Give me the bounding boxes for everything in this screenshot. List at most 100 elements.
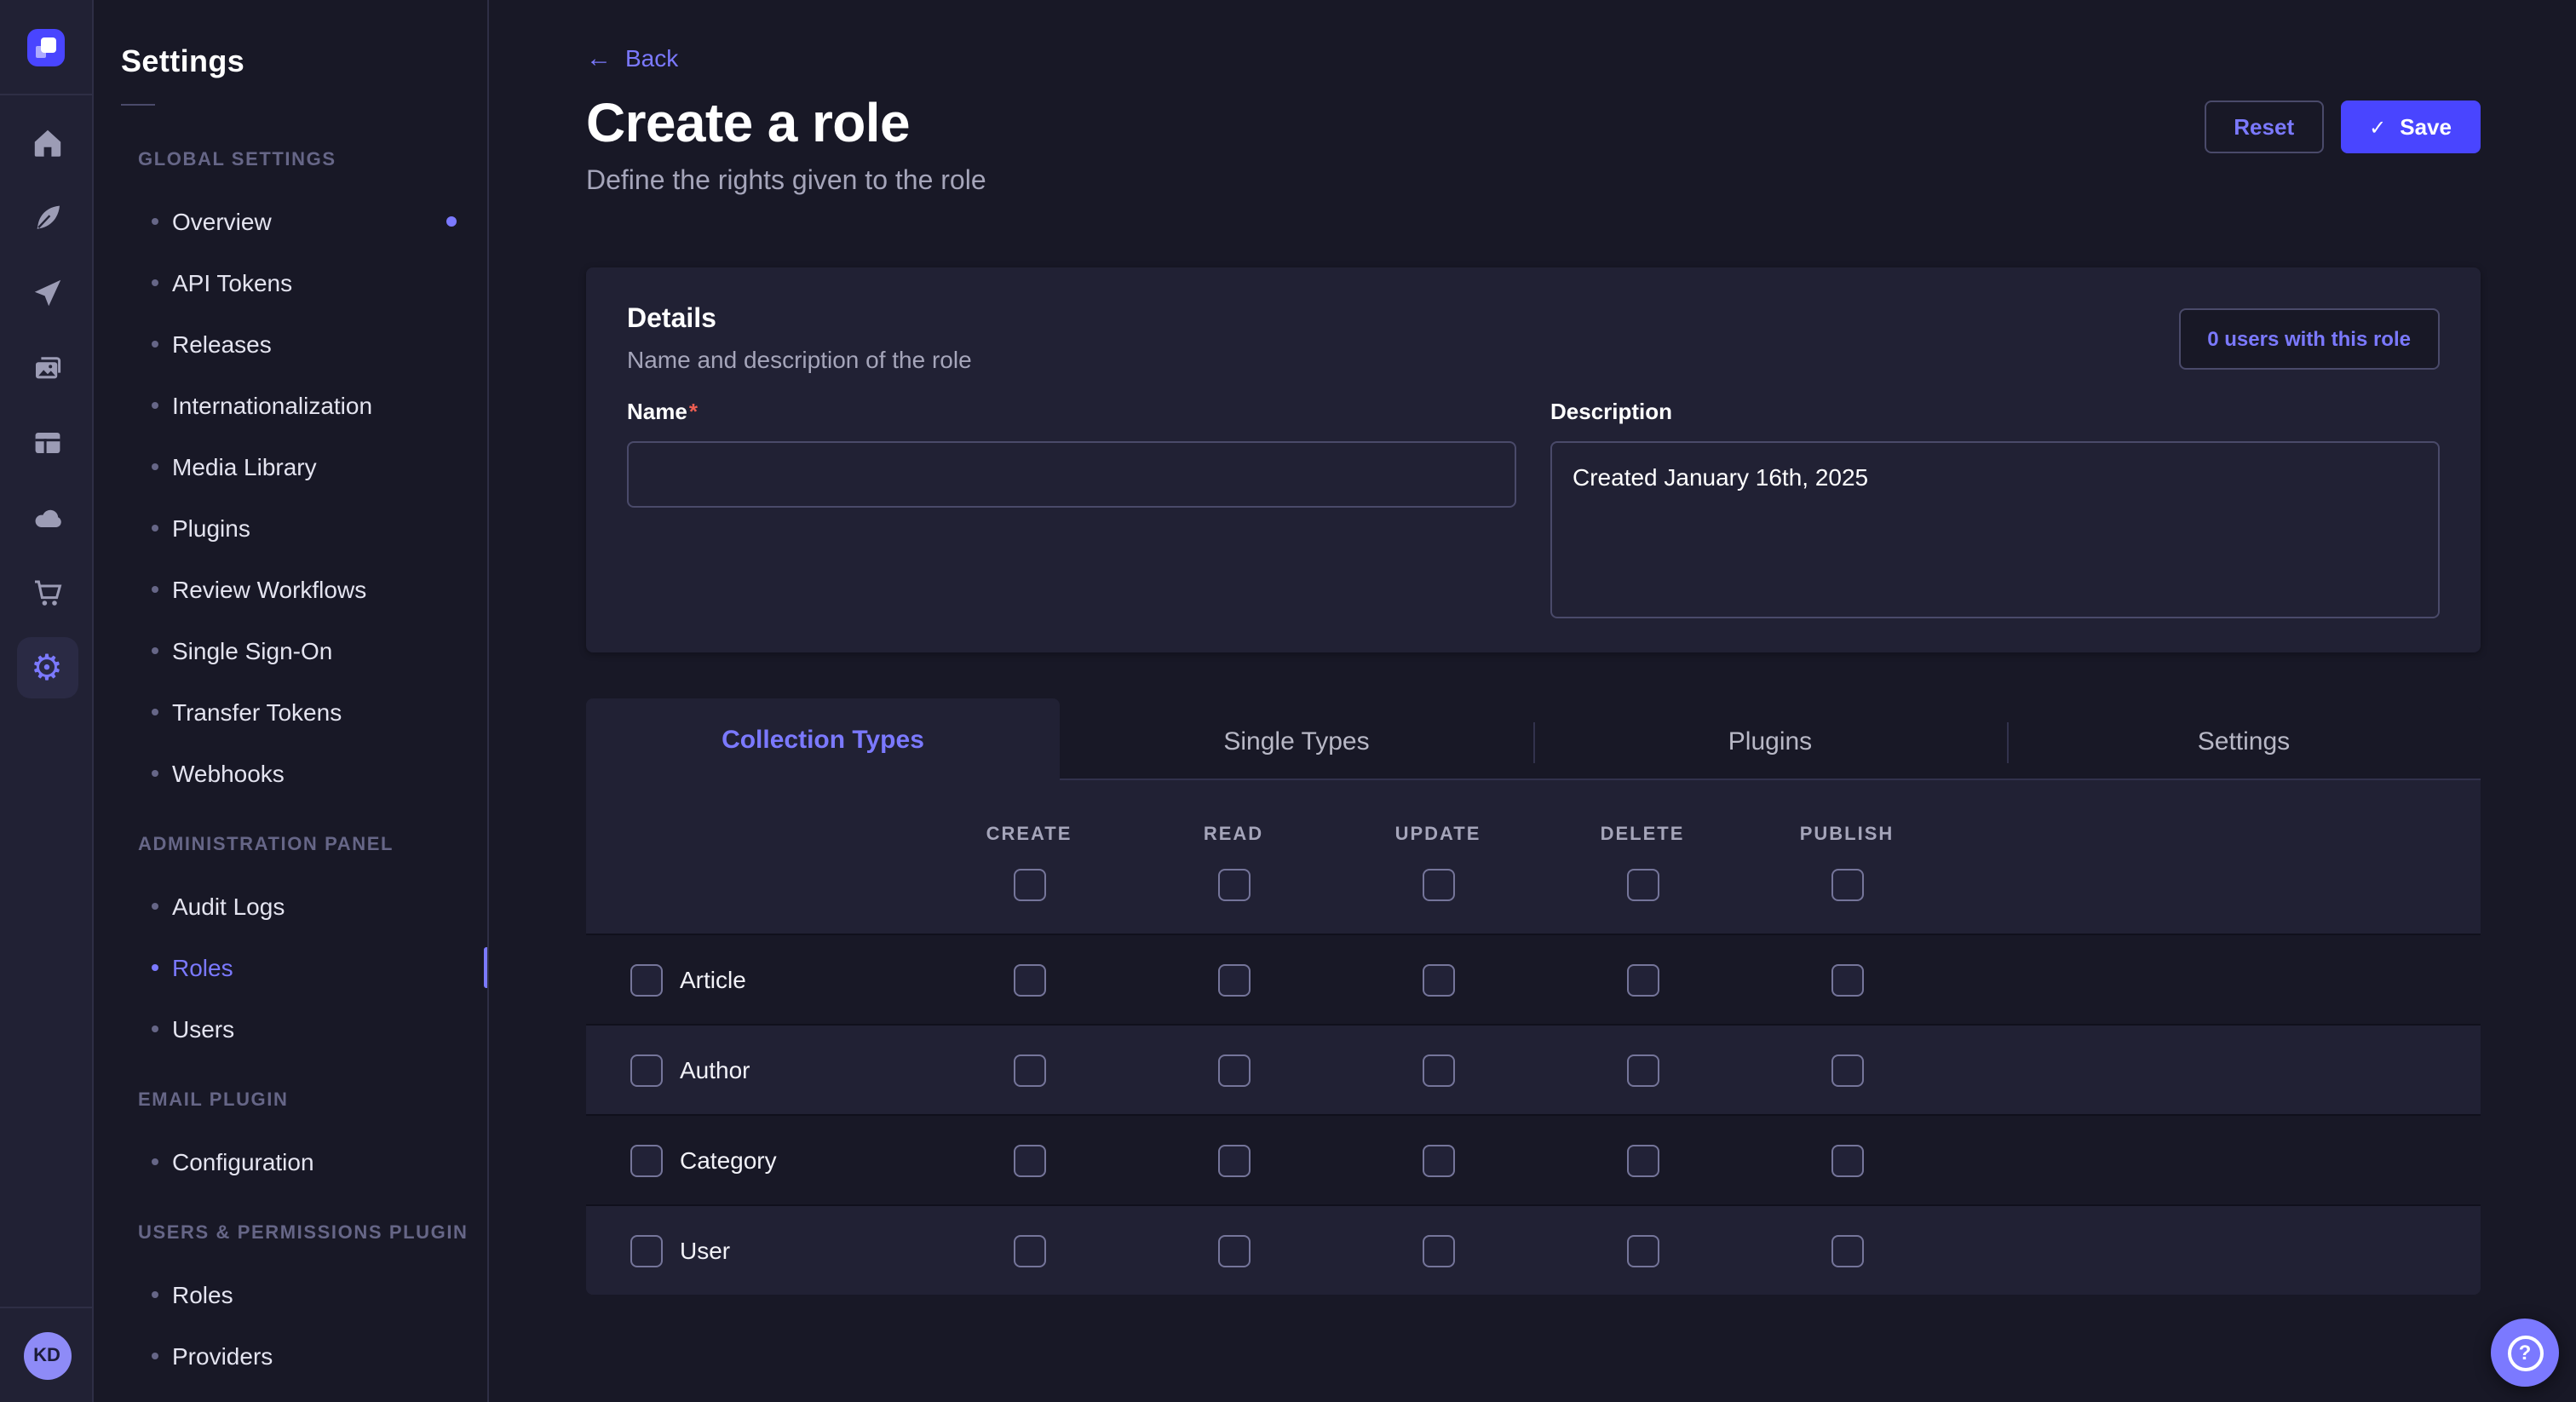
- checkbox-cell: [927, 869, 1131, 901]
- marketplace-cart-icon[interactable]: [16, 562, 78, 623]
- user-update-checkbox[interactable]: [1422, 1234, 1454, 1267]
- user-create-checkbox[interactable]: [1013, 1234, 1045, 1267]
- users-with-role-button[interactable]: 0 users with this role: [2178, 308, 2440, 370]
- save-button[interactable]: ✓ Save: [2340, 101, 2481, 153]
- subnav-item-label: Internationalization: [172, 392, 372, 419]
- bullet-icon: [152, 1291, 158, 1298]
- perm-col-create: CREATE: [927, 825, 1131, 845]
- subnav-list: Audit Logs RolesUsers: [94, 876, 487, 1060]
- select-row-user-checkbox[interactable]: [630, 1234, 663, 1267]
- select-all-delete-checkbox[interactable]: [1626, 869, 1659, 901]
- category-read-checkbox[interactable]: [1217, 1144, 1250, 1176]
- permissions-header: CREATEREADUPDATEDELETEPUBLISH: [586, 780, 2481, 934]
- checkbox-cell: [927, 963, 1131, 996]
- media-library-icon[interactable]: [16, 337, 78, 399]
- description-textarea[interactable]: Created January 16th, 2025: [1550, 441, 2440, 618]
- subnav-item-label: Media Library: [172, 453, 317, 480]
- settings-gear-icon[interactable]: ⚙: [16, 637, 78, 698]
- permission-row-author: Author: [586, 1024, 2481, 1114]
- user-publish-checkbox[interactable]: [1831, 1234, 1863, 1267]
- select-all-read-checkbox[interactable]: [1217, 869, 1250, 901]
- user-read-checkbox[interactable]: [1217, 1234, 1250, 1267]
- permission-column-checkboxes: [586, 869, 2481, 901]
- author-read-checkbox[interactable]: [1217, 1054, 1250, 1086]
- checkbox-cell: [1540, 1234, 1745, 1267]
- article-create-checkbox[interactable]: [1013, 963, 1045, 996]
- permission-rows: ArticleAuthorCategoryUser: [586, 934, 2481, 1295]
- subnav-item-releases[interactable]: Releases: [94, 313, 487, 375]
- subnav-item-single-sign-on[interactable]: Single Sign-On: [94, 620, 487, 681]
- back-link[interactable]: ← Back: [586, 44, 678, 72]
- subnav-list: Overview API Tokens Releases Internationali…: [94, 191, 487, 804]
- subnav-item-roles[interactable]: Roles: [94, 937, 487, 998]
- subnav-item-configuration[interactable]: Configuration: [94, 1131, 487, 1192]
- bullet-icon: [152, 1026, 158, 1032]
- description-field-group: Description Created January 16th, 2025: [1550, 397, 2440, 627]
- subnav-item-label: Audit Logs: [172, 893, 285, 920]
- subnav-item-overview[interactable]: Overview: [94, 191, 487, 252]
- checkbox-cell: [1131, 1054, 1336, 1086]
- author-update-checkbox[interactable]: [1422, 1054, 1454, 1086]
- tab-settings[interactable]: Settings: [2007, 705, 2481, 779]
- subnav-section-header: USERS & PERMISSIONS PLUGIN: [138, 1223, 487, 1244]
- category-publish-checkbox[interactable]: [1831, 1144, 1863, 1176]
- select-all-update-checkbox[interactable]: [1422, 869, 1454, 901]
- subnav-section: EMAIL PLUGINConfiguration: [94, 1090, 487, 1192]
- tab-single-types[interactable]: Single Types: [1060, 705, 1533, 779]
- required-asterisk: *: [689, 399, 698, 424]
- subnav-item-transfer-tokens[interactable]: Transfer Tokens: [94, 681, 487, 743]
- subnav-item-internationalization[interactable]: Internationalization: [94, 375, 487, 436]
- content-type-builder-icon[interactable]: [16, 412, 78, 474]
- select-all-publish-checkbox[interactable]: [1831, 869, 1863, 901]
- subnav-item-users[interactable]: Users: [94, 998, 487, 1060]
- bullet-icon: [152, 1158, 158, 1165]
- select-row-category-checkbox[interactable]: [630, 1144, 663, 1176]
- subnav-item-review-workflows[interactable]: Review Workflows: [94, 559, 487, 620]
- subnav-item-providers[interactable]: Providers: [94, 1325, 487, 1387]
- row-label-text: User: [680, 1237, 730, 1264]
- subnav-item-audit-logs[interactable]: Audit Logs: [94, 876, 487, 937]
- feather-icon[interactable]: [16, 187, 78, 249]
- subnav-item-label: Overview: [172, 208, 272, 235]
- select-all-create-checkbox[interactable]: [1013, 869, 1045, 901]
- reset-button[interactable]: Reset: [2205, 101, 2323, 153]
- checkbox-cell: [927, 1054, 1131, 1086]
- article-delete-checkbox[interactable]: [1626, 963, 1659, 996]
- subnav-item-plugins[interactable]: Plugins: [94, 497, 487, 559]
- back-label: Back: [625, 44, 678, 72]
- tab-plugins[interactable]: Plugins: [1533, 705, 2007, 779]
- subnav-item-webhooks[interactable]: Webhooks: [94, 743, 487, 804]
- subnav-item-api-tokens[interactable]: API Tokens: [94, 252, 487, 313]
- user-delete-checkbox[interactable]: [1626, 1234, 1659, 1267]
- subnav-item-label: Releases: [172, 330, 272, 358]
- page-title: Create a role: [586, 92, 910, 155]
- cloud-icon[interactable]: [16, 487, 78, 549]
- article-read-checkbox[interactable]: [1217, 963, 1250, 996]
- help-button[interactable]: ?: [2491, 1319, 2559, 1387]
- strapi-logo[interactable]: [27, 28, 65, 66]
- name-input[interactable]: [627, 441, 1516, 508]
- category-delete-checkbox[interactable]: [1626, 1144, 1659, 1176]
- tab-collection-types[interactable]: Collection Types: [586, 698, 1060, 782]
- category-update-checkbox[interactable]: [1422, 1144, 1454, 1176]
- select-row-article-checkbox[interactable]: [630, 963, 663, 996]
- author-create-checkbox[interactable]: [1013, 1054, 1045, 1086]
- send-icon[interactable]: [16, 262, 78, 324]
- home-icon[interactable]: [16, 112, 78, 174]
- article-publish-checkbox[interactable]: [1831, 963, 1863, 996]
- gear-glyph: ⚙: [31, 650, 63, 686]
- article-update-checkbox[interactable]: [1422, 963, 1454, 996]
- subnav-list: Roles Providers: [94, 1264, 487, 1387]
- author-delete-checkbox[interactable]: [1626, 1054, 1659, 1086]
- row-label-cell: Author: [586, 1054, 927, 1086]
- author-publish-checkbox[interactable]: [1831, 1054, 1863, 1086]
- row-label-text: Article: [680, 966, 746, 993]
- subnav-item-media-library[interactable]: Media Library: [94, 436, 487, 497]
- user-avatar[interactable]: KD: [23, 1331, 71, 1379]
- category-create-checkbox[interactable]: [1013, 1144, 1045, 1176]
- subnav-item-label: Providers: [172, 1342, 273, 1370]
- subnav-item-roles[interactable]: Roles: [94, 1264, 487, 1325]
- rail-footer: KD: [0, 1307, 94, 1402]
- select-row-author-checkbox[interactable]: [630, 1054, 663, 1086]
- checkbox-cell: [927, 1234, 1131, 1267]
